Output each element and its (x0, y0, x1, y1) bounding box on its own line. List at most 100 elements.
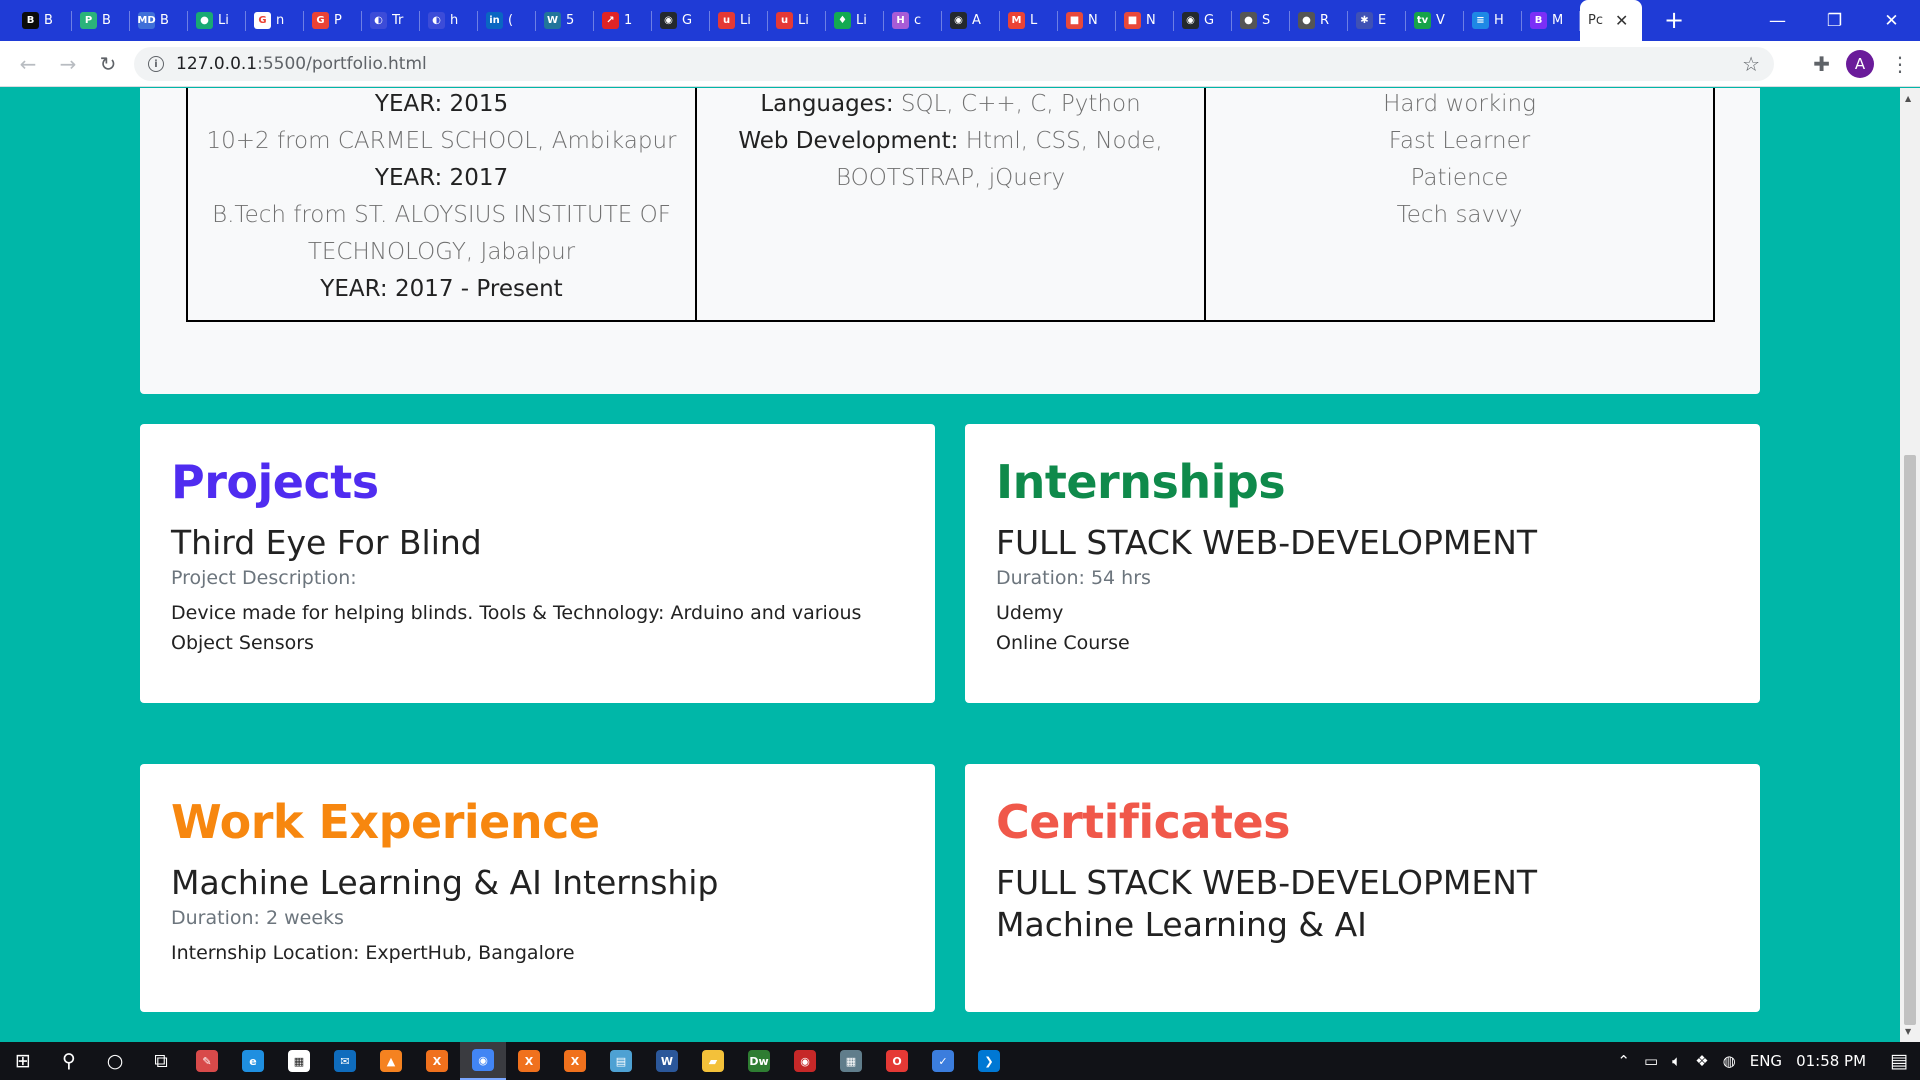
internships-heading: Internships (996, 455, 1286, 509)
forward-button[interactable]: → (48, 52, 88, 76)
page-scrollbar[interactable]: ▲ ▼ (1900, 88, 1920, 1042)
tab-close-icon[interactable]: ✕ (1615, 11, 1628, 30)
browser-tab[interactable]: ◉ G (1174, 0, 1232, 41)
taskbar-app-vscode-blue[interactable]: ✓ (920, 1042, 966, 1080)
language-indicator[interactable]: ENG (1750, 1052, 1782, 1070)
notifications-icon[interactable]: ▤ (1890, 1050, 1908, 1072)
taskbar-app-xampp-2[interactable]: X (506, 1042, 552, 1080)
browser-tab[interactable]: PB (72, 0, 130, 41)
taskbar-app-edge[interactable]: e (230, 1042, 276, 1080)
browser-tab[interactable]: tv V (1406, 0, 1464, 41)
tab-title: E (1378, 13, 1387, 28)
taskbar-app-file-explorer[interactable]: ▰ (690, 1042, 736, 1080)
maximize-button[interactable]: ❐ (1806, 0, 1863, 41)
tab-title: S (1262, 13, 1271, 28)
browser-tab[interactable]: in ( (478, 0, 536, 41)
browser-tab[interactable]: ■ N (1116, 0, 1174, 41)
tray-overflow-chevron-icon[interactable]: ⌃ (1617, 1052, 1630, 1070)
scrollbar-thumb[interactable] (1904, 455, 1916, 1025)
taskbar-app-chrome[interactable]: ◉ (460, 1042, 506, 1080)
languages-value: SQL, C++, C, Python (893, 91, 1141, 117)
taskbar-app-xampp-1[interactable]: X (414, 1042, 460, 1080)
taskbar-app-vlc[interactable]: ▲ (368, 1042, 414, 1080)
taskbar-app-calculator[interactable]: ▦ (828, 1042, 874, 1080)
browser-tab[interactable]: ◉ G (652, 0, 710, 41)
browser-tab[interactable]: ◐ Tr (362, 0, 420, 41)
back-button[interactable]: ← (8, 52, 48, 76)
task-view-icon[interactable]: ⧉ (138, 1042, 184, 1080)
browser-tab[interactable]: BB (14, 0, 72, 41)
tab-favicon-icon: in (486, 12, 503, 29)
taskbar-app-git[interactable]: ◉ (782, 1042, 828, 1080)
new-tab-button[interactable]: + (1664, 0, 1684, 41)
tab-favicon-icon: B (1530, 12, 1547, 29)
taskbar-app-opera[interactable]: O (874, 1042, 920, 1080)
browser-tab[interactable]: Gn (246, 0, 304, 41)
tab-title: G (682, 13, 693, 28)
browser-tab[interactable]: ● S (1232, 0, 1290, 41)
skills-column: Languages: SQL, C++, C, Python Web Devel… (697, 88, 1206, 320)
browser-tab[interactable]: BM (1522, 0, 1580, 41)
browser-tab[interactable]: u Li (768, 0, 826, 41)
window-controls: — ❐ ✕ (1749, 0, 1920, 41)
tab-title: ( (508, 13, 514, 28)
education-line: YEAR: 2015 (374, 91, 509, 117)
browser-tab[interactable]: W5 (536, 0, 594, 41)
menu-kebab-icon[interactable]: ⋮ (1890, 52, 1910, 76)
scroll-down-arrow-icon[interactable]: ▼ (1905, 1027, 1911, 1036)
edge-icon: e (242, 1050, 264, 1072)
browser-tab[interactable]: Hc (884, 0, 942, 41)
browser-tab[interactable]: ● R (1290, 0, 1348, 41)
project-description: Device made for helping blinds. Tools & … (171, 602, 862, 654)
browser-tab[interactable]: ≡ H (1464, 0, 1522, 41)
taskbar-app-store[interactable]: ▦ (276, 1042, 322, 1080)
windows-start-icon[interactable]: ⊞ (0, 1042, 46, 1080)
network-icon[interactable]: ◍ (1723, 1052, 1736, 1070)
taskbar-app-paint[interactable]: ✎ (184, 1042, 230, 1080)
info-icon[interactable]: i (148, 56, 164, 72)
browser-tab[interactable]: GP (304, 0, 362, 41)
browser-tab[interactable]: u Li (710, 0, 768, 41)
browser-tab[interactable]: ■ N (1058, 0, 1116, 41)
active-browser-tab[interactable]: Pc ✕ (1580, 0, 1642, 41)
tab-title: N (1146, 13, 1156, 28)
browser-tab[interactable]: ↗ 1 (594, 0, 652, 41)
profile-avatar[interactable]: A (1846, 50, 1874, 78)
address-bar[interactable]: i 127.0.0.1:5500/portfolio.html ☆ (134, 47, 1774, 81)
projects-heading: Projects (171, 455, 379, 509)
browser-tab[interactable]: ♦ Li (826, 0, 884, 41)
browser-tab[interactable]: ◉ A (942, 0, 1000, 41)
browser-tab[interactable]: ✱ E (1348, 0, 1406, 41)
system-tray: ⌃ ▭ 🔈︎ ❖ ◍ ENG 01:58 PM ▤ (1617, 1042, 1920, 1080)
bookmark-star-icon[interactable]: ☆ (1742, 52, 1760, 76)
paint-icon: ✎ (196, 1050, 218, 1072)
taskbar-app-notepad[interactable]: ▤ (598, 1042, 644, 1080)
close-window-button[interactable]: ✕ (1863, 0, 1920, 41)
browser-tab[interactable]: ● Li (188, 0, 246, 41)
battery-icon[interactable]: ▭ (1644, 1052, 1658, 1070)
browser-tab[interactable]: MD B (130, 0, 188, 41)
reload-button[interactable]: ↻ (88, 52, 128, 76)
cortana-icon[interactable]: ○ (92, 1042, 138, 1080)
browser-tab[interactable]: ◐ h (420, 0, 478, 41)
url-text[interactable]: 127.0.0.1:5500/portfolio.html (176, 54, 427, 74)
taskbar-app-vscode[interactable]: ❯ (966, 1042, 1012, 1080)
taskbar-app-dreamweaver[interactable]: Dw (736, 1042, 782, 1080)
taskbar-app-xampp-3[interactable]: X (552, 1042, 598, 1080)
search-icon[interactable]: ⚲ (46, 1042, 92, 1080)
volume-icon[interactable]: 🔈︎ (1672, 1052, 1681, 1070)
extensions-puzzle-icon[interactable]: ✚ (1813, 52, 1830, 76)
taskbar-app-word[interactable]: W (644, 1042, 690, 1080)
tab-favicon-icon: tv (1414, 12, 1431, 29)
xampp-1-icon: X (426, 1050, 448, 1072)
xampp-3-icon: X (564, 1050, 586, 1072)
education-line: 10+2 from CARMEL SCHOOL, Ambikapur (206, 128, 677, 154)
minimize-button[interactable]: — (1749, 0, 1806, 41)
quality-item: Hard working (1383, 91, 1536, 117)
dropbox-icon[interactable]: ❖ (1695, 1052, 1708, 1070)
taskbar-app-mail[interactable]: ✉ (322, 1042, 368, 1080)
tab-title: P (334, 13, 342, 28)
scroll-up-arrow-icon[interactable]: ▲ (1905, 94, 1911, 103)
clock-time[interactable]: 01:58 PM (1796, 1052, 1866, 1070)
browser-tab[interactable]: ML (1000, 0, 1058, 41)
